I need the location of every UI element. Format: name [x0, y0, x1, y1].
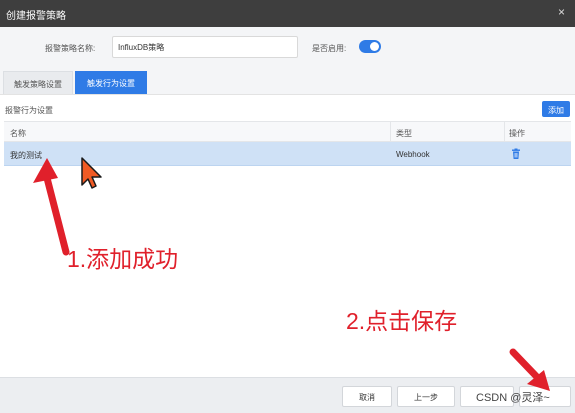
tab-trigger-policy[interactable]: 触发策略设置 — [3, 71, 73, 94]
row-type-cell: Webhook — [396, 150, 430, 159]
policy-name-input[interactable] — [112, 36, 298, 58]
enable-label: 是否启用: — [312, 44, 347, 53]
add-button[interactable]: 添加 — [542, 101, 570, 117]
watermark: CSDN @灵泽~ — [476, 392, 550, 404]
annotation-step1: 1.添加成功 — [67, 246, 179, 272]
table-row[interactable]: 我的测试 Webhook — [4, 142, 571, 166]
row-name-cell: 我的测试 — [10, 151, 42, 160]
action-panel: 报警行为设置 添加 名称 类型 操作 我的测试 Webhook — [0, 94, 575, 377]
toggle-knob — [370, 42, 379, 51]
action-table: 名称 类型 操作 我的测试 Webhook — [4, 121, 571, 166]
enable-toggle[interactable] — [359, 40, 381, 53]
dialog-body: 报警策略名称: 是否启用: 触发策略设置 触发行为设置 报警行为设置 添加 名称… — [0, 27, 575, 413]
trash-icon[interactable] — [510, 148, 522, 160]
column-divider — [504, 122, 505, 142]
column-header-type: 类型 — [396, 129, 412, 138]
annotation-step2: 2.点击保存 — [346, 308, 458, 334]
panel-title: 报警行为设置 — [5, 106, 53, 115]
tab-trigger-action[interactable]: 触发行为设置 — [75, 71, 147, 94]
previous-button[interactable]: 上一步 — [397, 386, 455, 407]
window-titlebar: 创建报警策略 × — [0, 0, 575, 27]
column-divider — [390, 122, 391, 142]
window-title: 创建报警策略 — [6, 11, 66, 22]
form-row: 报警策略名称: 是否启用: — [0, 36, 575, 60]
close-icon[interactable]: × — [558, 5, 565, 19]
cancel-button[interactable]: 取消 — [342, 386, 392, 407]
policy-name-label: 报警策略名称: — [45, 44, 96, 53]
column-header-action: 操作 — [509, 129, 525, 138]
table-header: 名称 类型 操作 — [4, 121, 571, 142]
column-header-name: 名称 — [10, 129, 26, 138]
